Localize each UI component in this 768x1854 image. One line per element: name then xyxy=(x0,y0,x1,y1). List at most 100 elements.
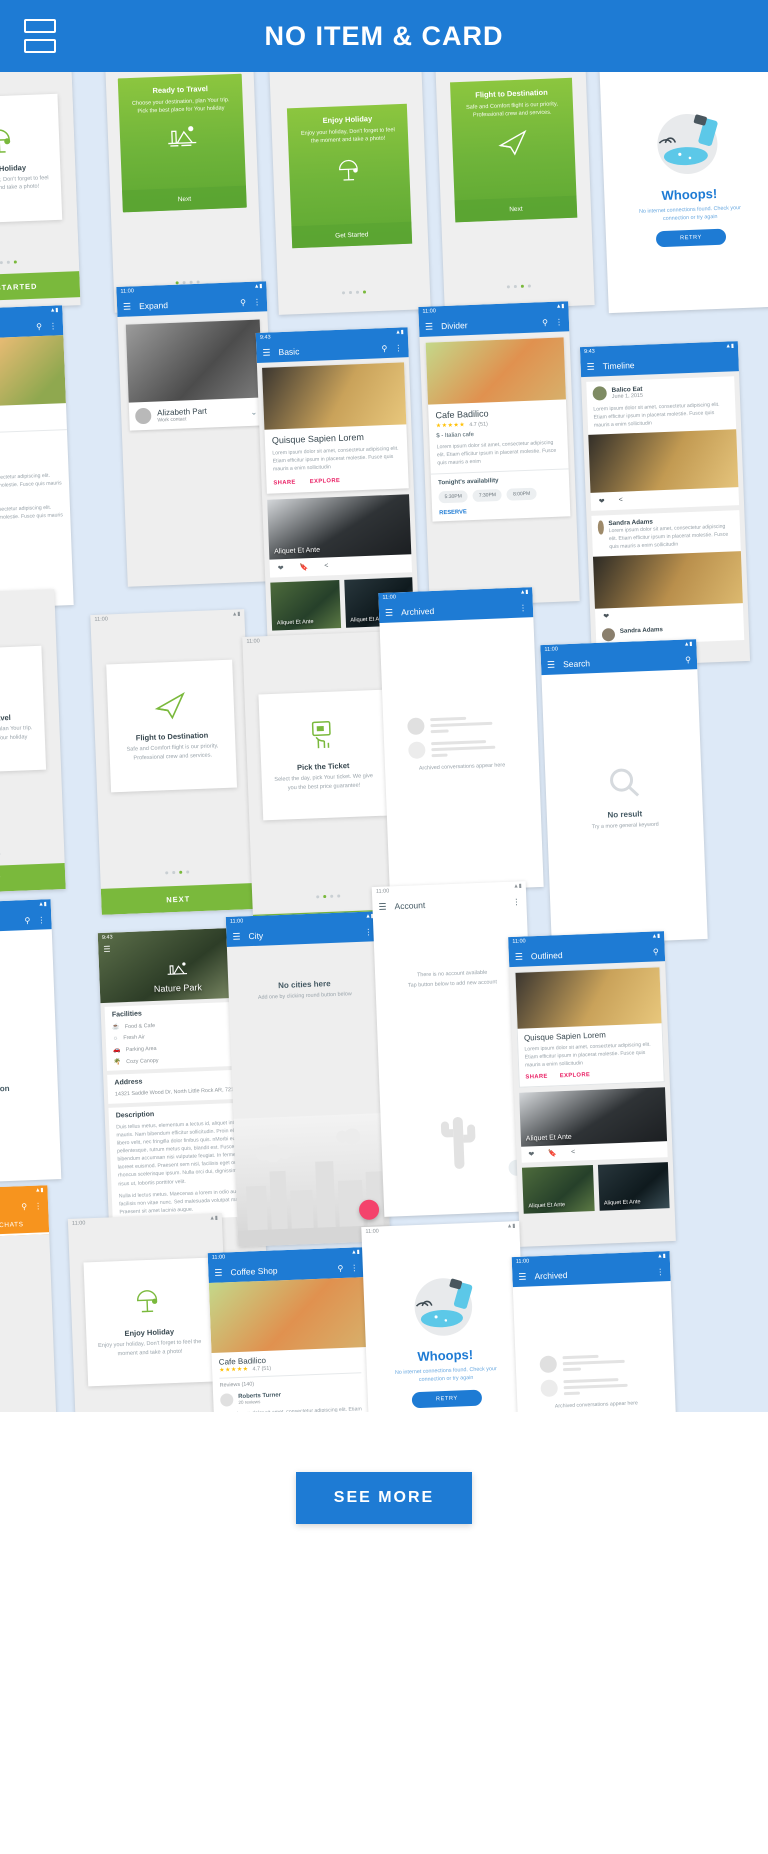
overflow-icon[interactable]: ⋮ xyxy=(519,603,527,612)
time-slot-chip[interactable]: 5:30PM xyxy=(438,490,469,504)
beach-umbrella-icon xyxy=(132,1287,165,1323)
hamburger-icon[interactable]: ☰ xyxy=(123,301,131,312)
screen-expand[interactable]: 11:00 ▲▮ ☰ Expand ⚲ ⋮ Alizabeth Part Work… xyxy=(116,281,278,587)
share-icon[interactable]: < xyxy=(571,1149,575,1157)
next-button[interactable]: NEXT xyxy=(100,882,256,915)
hamburger-icon[interactable]: ☰ xyxy=(262,347,270,358)
chevron-down-icon[interactable]: ⌄ xyxy=(250,407,257,416)
next-button[interactable]: NEXT xyxy=(0,862,66,895)
reserve-button[interactable]: RESERVE xyxy=(439,506,563,516)
screen-onboarding-enjoy-2[interactable]: 11:00 ▲▮ Enjoy Holiday Enjoy your holida… xyxy=(67,1213,231,1412)
ticket-hand-icon xyxy=(305,719,338,757)
status-icons: ▲▮ xyxy=(683,641,693,648)
hamburger-icon[interactable]: ☰ xyxy=(385,607,393,618)
search-icon[interactable]: ⚲ xyxy=(240,298,246,307)
screen-coffee-shop-reviews[interactable]: 11:00 ▲▮ ☰ Coffee Shop ⚲⋮ Cafe Badilico … xyxy=(0,305,74,611)
search-icon[interactable]: ⚲ xyxy=(21,1202,27,1211)
app-bar-title: Account xyxy=(394,900,426,912)
overflow-icon[interactable]: ⋮ xyxy=(253,297,261,306)
retry-button[interactable]: RETRY xyxy=(655,228,727,248)
screen-city[interactable]: 11:00 ▲▮ ☰ City ⋮ No cities here Add one… xyxy=(225,911,391,1247)
time-slot-chip[interactable]: 7:30PM xyxy=(472,489,503,503)
landscape-icon xyxy=(120,120,245,151)
screen-timeline[interactable]: 9:43 ▲▮ ☰ Timeline Balico Eat June 1, 20… xyxy=(579,341,751,667)
next-button[interactable]: Next xyxy=(454,195,578,223)
overflow-icon[interactable]: ⋮ xyxy=(37,915,45,924)
overflow-icon[interactable]: ⋮ xyxy=(49,321,57,330)
search-icon[interactable]: ⚲ xyxy=(24,915,30,924)
app-bar: 11:00 ▲▮ ☰ City ⋮ xyxy=(225,911,379,948)
screen-archived[interactable]: 11:00 ▲▮ ☰ Archived ⋮ Archived conversat… xyxy=(378,587,544,893)
screen-archived-2[interactable]: 11:00 ▲▮ ☰ Archived ⋮ Archived conversat… xyxy=(511,1251,679,1412)
time-slot-chip[interactable]: 8:00PM xyxy=(506,487,537,501)
next-button[interactable]: Next xyxy=(122,185,247,213)
hamburger-icon[interactable]: ☰ xyxy=(232,931,240,942)
retry-button[interactable]: RETRY xyxy=(411,1389,483,1409)
favorite-icon[interactable]: ❤ xyxy=(603,613,609,621)
overflow-icon[interactable]: ⋮ xyxy=(394,343,402,352)
screen-coffee-shop-2[interactable]: 11:00 ▲▮ ☰ Coffee Shop ⚲ ⋮ Cafe Badilico … xyxy=(207,1247,373,1412)
overflow-icon[interactable]: ⋮ xyxy=(350,1263,358,1272)
onboarding-desc: Choose your destination, plan Your trip.… xyxy=(131,97,230,116)
screen-onboarding-ready-white[interactable]: Ready to Travel Choose your destination,… xyxy=(0,589,66,895)
avatar xyxy=(134,407,152,425)
screen-onboarding-ready[interactable]: Ready to Travel Choose your destination,… xyxy=(105,72,263,313)
hamburger-icon[interactable]: ☰ xyxy=(378,901,386,912)
get-started-button[interactable]: Get Started xyxy=(291,221,413,249)
favorite-icon[interactable]: ❤ xyxy=(278,564,284,572)
screen-onboarding-flight-white[interactable]: 11:00 ▲▮ Flight to Destination Safe and … xyxy=(90,609,256,915)
overflow-icon[interactable]: ⋮ xyxy=(555,317,563,326)
screen-onboarding-flight[interactable]: Flight to Destination Safe and Comfort f… xyxy=(435,72,595,311)
screen-no-connection[interactable]: 11:00 ▲▮ ☰ ⚲⋮ No connection Tap to retry xyxy=(0,899,62,1185)
share-icon[interactable]: < xyxy=(324,563,328,571)
overflow-icon[interactable]: ⋮ xyxy=(34,1201,42,1210)
onboarding-green-card: Flight to Destination Safe and Comfort f… xyxy=(450,77,578,223)
app-bar-title: City xyxy=(248,930,264,942)
empty-state: No chat yet xyxy=(0,1234,53,1348)
cactus-illustration xyxy=(427,1102,490,1179)
screen-onboarding-enjoy[interactable]: Enjoy Holiday Enjoy your holiday, Don't … xyxy=(0,72,81,311)
search-icon[interactable]: ⚲ xyxy=(381,343,387,352)
search-icon[interactable]: ⚲ xyxy=(653,947,659,956)
hamburger-icon[interactable]: ☰ xyxy=(515,951,523,962)
screen-divider[interactable]: 11:00 ▲▮ ☰ Divider ⚲ ⋮ Cafe Badilico ★★★★… xyxy=(418,301,580,607)
search-icon[interactable]: ⚲ xyxy=(36,321,42,330)
overflow-icon[interactable]: ⋮ xyxy=(656,1267,664,1276)
bookmark-icon[interactable]: 🔖 xyxy=(299,563,309,571)
screen-whoops-2[interactable]: 11:00 ▲▮ Whoops! No internet connections… xyxy=(361,1221,529,1412)
thumb-photo[interactable]: Aliquet Et Ante xyxy=(270,580,341,631)
search-icon[interactable]: ⚲ xyxy=(542,318,548,327)
search-icon[interactable]: ⚲ xyxy=(685,655,691,664)
thumb-photo[interactable]: Aliquet Et Ante xyxy=(597,1162,670,1212)
bookmark-icon[interactable]: 🔖 xyxy=(548,1150,557,1158)
hamburger-icon[interactable]: ☰ xyxy=(547,659,555,670)
screen-outlined[interactable]: 11:00 ▲▮ ☰ Outlined ⚲ Quisque Sapien Lor… xyxy=(508,931,676,1247)
get-started-button[interactable]: GET STARTED xyxy=(0,271,81,303)
overflow-icon[interactable]: ⋮ xyxy=(364,927,372,936)
hamburger-icon[interactable]: ☰ xyxy=(586,361,594,372)
share-button[interactable]: SHARE xyxy=(273,480,296,487)
screen-search[interactable]: 11:00 ▲▮ ☰ Search ⚲ No result Try a more… xyxy=(540,639,708,945)
explore-button[interactable]: EXPLORE xyxy=(310,478,341,485)
share-icon[interactable]: < xyxy=(619,497,623,505)
hamburger-icon[interactable]: ☰ xyxy=(518,1271,526,1282)
hamburger-icon[interactable]: ☰ xyxy=(425,321,433,332)
explore-button[interactable]: EXPLORE xyxy=(560,1072,591,1079)
screen-whoops[interactable]: Whoops! No internet connections found. C… xyxy=(599,72,768,314)
tab-chats[interactable]: CHATS xyxy=(0,1215,50,1238)
share-button[interactable]: SHARE xyxy=(525,1074,548,1081)
hamburger-icon[interactable]: ☰ xyxy=(214,1267,222,1278)
thumb-photo[interactable]: Aliquet Et Ante xyxy=(521,1165,595,1214)
search-icon[interactable]: ⚲ xyxy=(337,1263,343,1272)
app-bar-title: Coffee Shop xyxy=(230,1265,278,1278)
hamburger-icon[interactable]: ☰ xyxy=(103,945,111,954)
overflow-icon[interactable]: ⋮ xyxy=(512,897,520,906)
favorite-icon[interactable]: ❤ xyxy=(599,498,605,506)
card-stack-icon[interactable] xyxy=(24,19,56,53)
screen-chats[interactable]: 11:00 ▲▮ ⚲⋮ FRIENDS CHATS No chat yet xyxy=(0,1185,57,1412)
see-more-button[interactable]: SEE MORE xyxy=(296,1472,472,1524)
app-bar-title: Archived xyxy=(534,1269,568,1282)
screen-onboarding-enjoy-green[interactable]: Enjoy Holiday Enjoy your holiday, Don't … xyxy=(269,72,431,315)
favorite-icon[interactable]: ❤ xyxy=(528,1150,534,1158)
onboarding-card: Enjoy Holiday Enjoy your holiday, Don't … xyxy=(0,93,63,225)
